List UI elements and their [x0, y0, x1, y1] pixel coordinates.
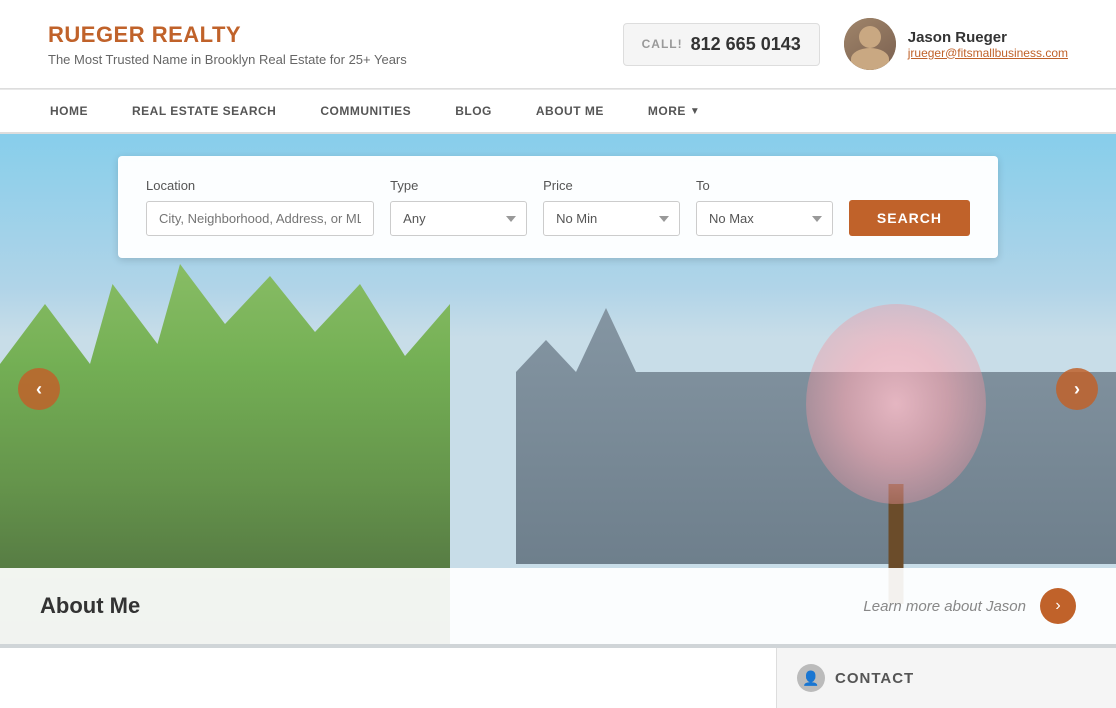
nav-item-real-estate-search[interactable]: REAL ESTATE SEARCH — [110, 90, 298, 132]
contact-header: 👤 CONTACT — [777, 648, 1116, 708]
hero-section: Location Type Any Price No Min To No Max… — [0, 134, 1116, 644]
about-right: Learn more about Jason › — [863, 588, 1076, 624]
nav-item-communities[interactable]: COMMUNITIES — [298, 90, 433, 132]
header: RUEGER REALTY The Most Trusted Name in B… — [0, 0, 1116, 89]
brand-tagline: The Most Trusted Name in Brooklyn Real E… — [48, 52, 407, 67]
nav-item-home[interactable]: HOME — [28, 90, 110, 132]
nav-more-label: MORE — [648, 104, 686, 118]
call-label: CALL! — [642, 37, 683, 51]
contact-icon: 👤 — [797, 664, 825, 692]
about-link-text: Learn more about Jason — [863, 598, 1026, 615]
search-box: Location Type Any Price No Min To No Max… — [118, 156, 998, 258]
avatar-image — [844, 18, 896, 70]
price-select[interactable]: No Min — [543, 201, 680, 236]
bottom-left — [0, 648, 776, 708]
bottom-right: 👤 CONTACT — [776, 648, 1116, 708]
price-field: Price No Min — [543, 178, 680, 236]
nav-item-about-me[interactable]: ABOUT ME — [514, 90, 626, 132]
agent-email[interactable]: jrueger@fitsmallbusiness.com — [908, 46, 1068, 60]
to-select[interactable]: No Max — [696, 201, 833, 236]
carousel-next-button[interactable]: › — [1056, 368, 1098, 410]
about-arrow-button[interactable]: › — [1040, 588, 1076, 624]
chevron-down-icon: ▼ — [690, 106, 700, 117]
bottom-section: 👤 CONTACT — [0, 644, 1116, 708]
location-field: Location — [146, 178, 374, 236]
contact-title: CONTACT — [835, 670, 914, 687]
price-label: Price — [543, 178, 680, 193]
navigation: HOME REAL ESTATE SEARCH COMMUNITIES BLOG… — [0, 89, 1116, 134]
call-box: CALL! 812 665 0143 — [623, 23, 820, 66]
to-label: To — [696, 178, 833, 193]
nav-item-more[interactable]: MORE ▼ — [626, 90, 722, 132]
brand: RUEGER REALTY The Most Trusted Name in B… — [48, 22, 407, 67]
chevron-left-icon: ‹ — [36, 379, 42, 400]
arrow-right-icon: › — [1055, 597, 1060, 615]
avatar — [844, 18, 896, 70]
chevron-right-icon: › — [1074, 379, 1080, 400]
location-label: Location — [146, 178, 374, 193]
type-select[interactable]: Any — [390, 201, 527, 236]
type-field: Type Any — [390, 178, 527, 236]
about-banner: About Me Learn more about Jason › — [0, 568, 1116, 644]
search-button[interactable]: SEARCH — [849, 200, 970, 236]
to-field: To No Max — [696, 178, 833, 236]
agent-info: Jason Rueger jrueger@fitsmallbusiness.co… — [844, 18, 1068, 70]
person-icon: 👤 — [802, 670, 819, 687]
phone-number: 812 665 0143 — [691, 34, 801, 55]
about-title: About Me — [40, 593, 140, 619]
search-input[interactable] — [146, 201, 374, 236]
nav-bar: HOME REAL ESTATE SEARCH COMMUNITIES BLOG… — [28, 90, 1088, 132]
header-right: CALL! 812 665 0143 Jason Rueger jrueger@… — [623, 18, 1068, 70]
brand-name[interactable]: RUEGER REALTY — [48, 22, 407, 48]
carousel-prev-button[interactable]: ‹ — [18, 368, 60, 410]
agent-name: Jason Rueger — [908, 29, 1068, 46]
type-label: Type — [390, 178, 527, 193]
hero-flower-tree — [796, 304, 996, 604]
nav-item-blog[interactable]: BLOG — [433, 90, 514, 132]
agent-text: Jason Rueger jrueger@fitsmallbusiness.co… — [908, 29, 1068, 60]
